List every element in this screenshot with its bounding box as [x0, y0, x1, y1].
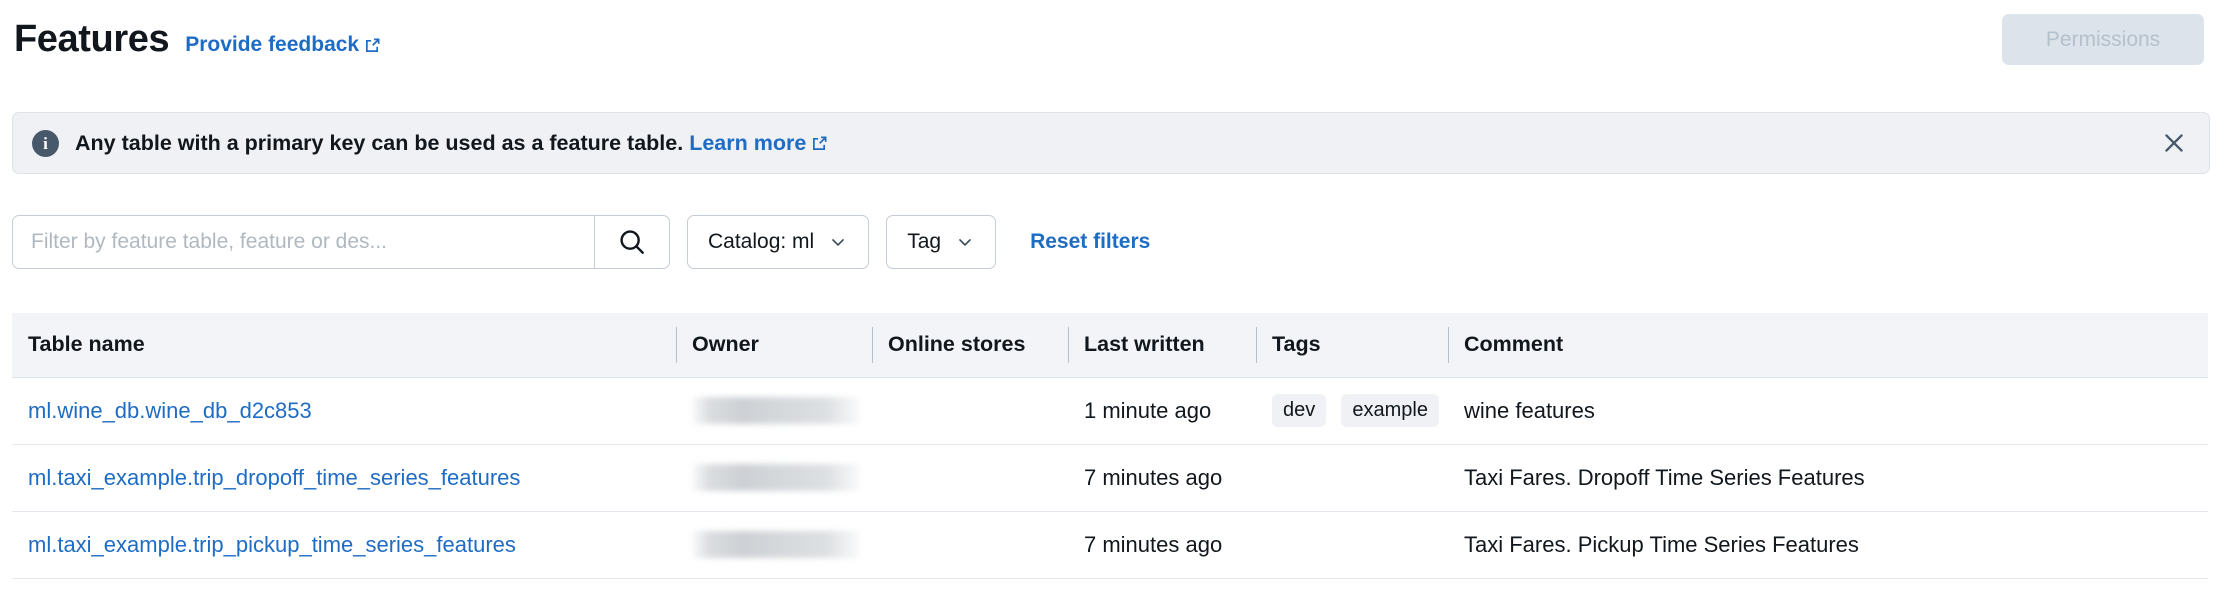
cell-owner — [676, 511, 872, 578]
close-icon[interactable] — [2157, 126, 2191, 160]
reset-filters-link[interactable]: Reset filters — [1030, 230, 1150, 254]
catalog-dropdown-label: Catalog: ml — [708, 230, 814, 254]
title-group: Features Provide feedback — [14, 20, 381, 58]
column-header-label: Table name — [28, 332, 145, 356]
provide-feedback-label: Provide feedback — [185, 33, 359, 57]
redacted-owner — [692, 531, 860, 558]
filter-bar: Catalog: ml Tag Reset filters — [12, 215, 2210, 269]
search-icon[interactable] — [594, 216, 669, 268]
column-divider — [872, 327, 873, 363]
tag-dropdown[interactable]: Tag — [886, 215, 996, 269]
chevron-down-icon — [955, 232, 975, 252]
feature-tables-container: Table name Owner Online stores Last writ… — [12, 313, 2208, 598]
column-header-last-written[interactable]: Last written — [1068, 313, 1256, 377]
learn-more-label: Learn more — [689, 131, 806, 156]
column-header-owner[interactable]: Owner — [676, 313, 872, 377]
cell-last-written: 7 minutes ago — [1068, 511, 1256, 578]
info-icon: i — [32, 130, 59, 157]
column-header-label: Comment — [1464, 332, 1563, 356]
features-page: Features Provide feedback Permissions i … — [0, 0, 2222, 598]
cell-comment: Taxi Fares. Dropoff Time Series Features — [1448, 444, 2208, 511]
column-header-table-name[interactable]: Table name — [12, 313, 676, 377]
learn-more-link[interactable]: Learn more — [689, 131, 828, 156]
provide-feedback-link[interactable]: Provide feedback — [185, 33, 381, 57]
tag-pill[interactable]: dev — [1272, 394, 1326, 427]
info-banner-message: Any table with a primary key can be used… — [75, 131, 683, 155]
cell-table-name: ml.taxi_example.trip_dropoff_time_series… — [12, 444, 676, 511]
column-header-label: Online stores — [888, 332, 1025, 356]
cell-online-stores — [872, 444, 1068, 511]
cell-last-written: 7 minutes ago — [1068, 444, 1256, 511]
cell-table-name: ml.taxi_example.trip_pickup_time_series_… — [12, 511, 676, 578]
cell-online-stores — [872, 377, 1068, 444]
feature-tables-table: Table name Owner Online stores Last writ… — [12, 313, 2208, 579]
table-header-row: Table name Owner Online stores Last writ… — [12, 313, 2208, 377]
column-header-tags[interactable]: Tags — [1256, 313, 1448, 377]
external-link-icon — [811, 135, 828, 152]
table-row[interactable]: ml.taxi_example.trip_pickup_time_series_… — [12, 511, 2208, 578]
info-banner: i Any table with a primary key can be us… — [12, 112, 2210, 174]
chevron-down-icon — [828, 232, 848, 252]
search-input[interactable] — [13, 216, 594, 268]
column-header-comment[interactable]: Comment — [1448, 313, 2208, 377]
info-banner-text: Any table with a primary key can be used… — [75, 131, 828, 156]
tag-dropdown-label: Tag — [907, 230, 941, 254]
cell-comment: Taxi Fares. Pickup Time Series Features — [1448, 511, 2208, 578]
cell-table-name: ml.wine_db.wine_db_d2c853 — [12, 377, 676, 444]
page-header: Features Provide feedback Permissions — [0, 0, 2222, 78]
table-row[interactable]: ml.taxi_example.trip_dropoff_time_series… — [12, 444, 2208, 511]
cell-tags — [1256, 444, 1448, 511]
cell-owner — [676, 377, 872, 444]
column-header-label: Owner — [692, 332, 759, 356]
cell-tags: dev example — [1256, 377, 1448, 444]
tag-pill[interactable]: example — [1341, 394, 1439, 427]
cell-last-written: 1 minute ago — [1068, 377, 1256, 444]
cell-online-stores — [872, 511, 1068, 578]
feature-table-link[interactable]: ml.wine_db.wine_db_d2c853 — [28, 398, 312, 423]
column-divider — [1256, 327, 1257, 363]
cell-comment: wine features — [1448, 377, 2208, 444]
feature-table-link[interactable]: ml.taxi_example.trip_pickup_time_series_… — [28, 532, 516, 557]
external-link-icon — [364, 37, 381, 54]
table-header: Table name Owner Online stores Last writ… — [12, 313, 2208, 377]
page-title: Features — [14, 20, 169, 58]
cell-tags — [1256, 511, 1448, 578]
column-divider — [1448, 327, 1449, 363]
table-body: ml.wine_db.wine_db_d2c853 1 minute ago d… — [12, 377, 2208, 578]
cell-owner — [676, 444, 872, 511]
column-header-label: Last written — [1084, 332, 1205, 356]
permissions-button[interactable]: Permissions — [2002, 14, 2204, 65]
redacted-owner — [692, 464, 860, 491]
redacted-owner — [692, 397, 860, 424]
search-box[interactable] — [12, 215, 670, 269]
table-row[interactable]: ml.wine_db.wine_db_d2c853 1 minute ago d… — [12, 377, 2208, 444]
column-divider — [676, 327, 677, 363]
column-divider — [1068, 327, 1069, 363]
feature-table-link[interactable]: ml.taxi_example.trip_dropoff_time_series… — [28, 465, 520, 490]
catalog-dropdown[interactable]: Catalog: ml — [687, 215, 869, 269]
column-header-online-stores[interactable]: Online stores — [872, 313, 1068, 377]
column-header-label: Tags — [1272, 332, 1321, 356]
